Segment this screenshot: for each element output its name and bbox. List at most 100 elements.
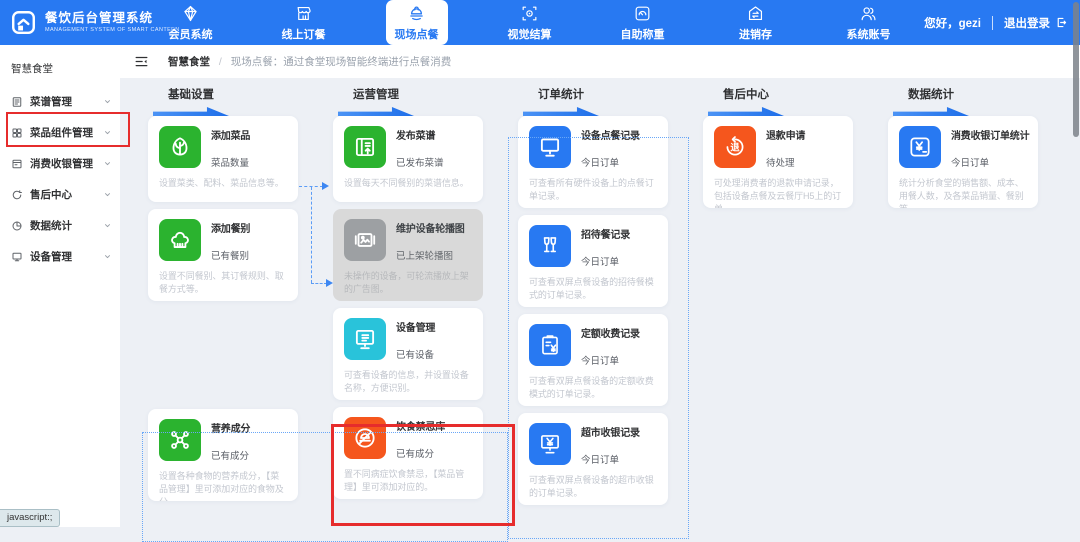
- card-description: 未操作的设备，可轮流播放上架的广告图。: [344, 270, 472, 296]
- card-reception-meal[interactable]: 招待餐记录今日订单可查看双屏点餐设备的招待餐模式的订单记录。: [518, 215, 668, 307]
- card-carousel[interactable]: 维护设备轮播图已上架轮播图未操作的设备，可轮流播放上架的广告图。: [333, 209, 483, 301]
- header-tab-online-order[interactable]: 线上订餐: [247, 0, 360, 45]
- device-manage-icon: [344, 318, 386, 360]
- tab-label: 线上订餐: [282, 26, 326, 42]
- card-stat-label: 已有餐别: [211, 248, 250, 262]
- fixed-fee-icon: [529, 324, 571, 366]
- section-title: 基础设置: [146, 88, 236, 102]
- card-title: 设备管理: [396, 319, 435, 334]
- tab-label: 系统账号: [847, 26, 891, 42]
- user-divider: [992, 16, 993, 30]
- sidebar-collapse-icon[interactable]: [134, 54, 149, 69]
- page-scrollbar: [1072, 0, 1080, 527]
- cashier-icon: [11, 158, 23, 170]
- card-description: 设置每天不同餐别的菜谱信息。: [344, 177, 472, 190]
- sidebar-item-statistics[interactable]: 数据统计: [0, 210, 120, 241]
- header-nav-tabs: 会员系统 线上订餐 现场点餐视觉结算 自助称重进销存 系统账号: [134, 0, 925, 45]
- sidebar-item-label: 菜谱管理: [30, 94, 103, 109]
- card-device-order[interactable]: 设备点餐记录今日订单可查看所有硬件设备上的点餐订单记录。: [518, 116, 668, 208]
- tab-label: 进销存: [739, 26, 772, 42]
- breadcrumb-separator: /: [219, 56, 222, 68]
- card-description: 可查看设备的信息，并设置设备名称，方便识别。: [344, 369, 472, 395]
- tab-label: 视觉结算: [508, 26, 552, 42]
- market-cashier-icon: [529, 423, 571, 465]
- tab-label: 会员系统: [169, 26, 213, 42]
- chevron-down-icon: [103, 97, 112, 106]
- add-dish-icon: [159, 126, 201, 168]
- module-column-3: 售后中心退退款申请待处理可处理消费者的退款申请记录，包括设备点餐及云餐厅H5上的…: [695, 88, 880, 215]
- chevron-down-icon: [103, 252, 112, 261]
- connector-dashed-line: [311, 283, 327, 284]
- card-stat-label: 今日订单: [951, 155, 1027, 169]
- card-title: 发布菜谱: [396, 127, 444, 142]
- card-fixed-fee[interactable]: 定额收费记录今日订单可查看双屏点餐设备的定额收费模式的订单记录。: [518, 314, 668, 406]
- card-add-meal[interactable]: 添加餐别已有餐别设置不同餐别、其订餐规则、取餐方式等。: [148, 209, 298, 301]
- header-tab-member-diamond[interactable]: 会员系统: [134, 0, 247, 45]
- card-description: 可处理消费者的退款申请记录，包括设备点餐及云餐厅H5上的订单...: [714, 177, 842, 208]
- card-title: 超市收银记录: [581, 424, 640, 439]
- device-icon: [11, 251, 23, 263]
- section-arrow-decoration: [523, 107, 599, 116]
- vision-checkout-icon: [520, 4, 539, 23]
- self-weigh-icon: [633, 4, 652, 23]
- card-description: 可查看双屏点餐设备的超市收银的订单记录。: [529, 474, 657, 500]
- card-market-cashier[interactable]: 超市收银记录今日订单可查看双屏点餐设备的超市收银的订单记录。: [518, 413, 668, 505]
- card-stat-label: 今日订单: [581, 452, 640, 466]
- card-stat-label: 已有成分: [396, 446, 445, 460]
- card-stat-label: 已有成分: [211, 448, 250, 462]
- section-title: 数据统计: [886, 88, 976, 102]
- card-publish-menu[interactable]: 发布菜谱已发布菜谱设置每天不同餐别的菜谱信息。: [333, 116, 483, 202]
- onsite-order-icon: [407, 4, 426, 23]
- card-add-dish[interactable]: 添加菜品菜品数量设置菜类、配料、菜品信息等。: [148, 116, 298, 202]
- device-order-icon: [529, 126, 571, 168]
- card-stat-label: 已有设备: [396, 347, 435, 361]
- sidebar-item-aftersale[interactable]: 售后中心: [0, 179, 120, 210]
- header-tab-system-account[interactable]: 系统账号: [812, 0, 925, 45]
- card-diet-taboo[interactable]: 饮食禁忌库已有成分置不同病症饮食禁忌，【菜品管理】里可添加对应的。: [333, 407, 483, 499]
- sidebar-item-recipe[interactable]: 菜谱管理: [0, 86, 120, 117]
- card-nutrition[interactable]: 营养成分已有成分设置各种食物的营养成分，【菜品管理】里可添加对应的食物及分...: [148, 409, 298, 501]
- section-title: 售后中心: [701, 88, 791, 102]
- header-tab-vision-checkout[interactable]: 视觉结算: [473, 0, 586, 45]
- online-order-icon: [294, 4, 313, 23]
- aftersale-icon: [11, 189, 23, 201]
- card-title: 添加菜品: [211, 127, 250, 142]
- header-tab-inventory[interactable]: 进销存: [699, 0, 812, 45]
- sidebar-brand: 智慧食堂: [0, 45, 120, 76]
- section-title: 订单统计: [516, 88, 606, 102]
- refund-icon: 退: [714, 126, 756, 168]
- publish-menu-icon: [344, 126, 386, 168]
- card-title: 添加餐别: [211, 220, 250, 235]
- chevron-down-icon: [103, 159, 112, 168]
- sidebar-menu: 菜谱管理菜品组件管理消费收银管理售后中心数据统计设备管理: [0, 86, 120, 272]
- card-stat-label: 已发布菜谱: [396, 155, 444, 169]
- card-description: 置不同病症饮食禁忌，【菜品管理】里可添加对应的。: [344, 468, 472, 494]
- sidebar-item-device[interactable]: 设备管理: [0, 241, 120, 272]
- add-meal-icon: [159, 219, 201, 261]
- card-device-manage[interactable]: 设备管理已有设备可查看设备的信息，并设置设备名称，方便识别。: [333, 308, 483, 400]
- connector-dashed-line: [311, 187, 312, 283]
- breadcrumb: 智慧食堂 / 现场点餐：通过食堂现场智能终端进行点餐消费: [168, 54, 451, 69]
- card-title: 退款申请: [766, 127, 805, 142]
- header-tab-onsite-order[interactable]: 现场点餐: [360, 0, 473, 45]
- card-order-statistics[interactable]: 消费收银订单统计今日订单统计分析食堂的销售额、成本、用餐人数，及各菜品销量、餐别…: [888, 116, 1038, 208]
- recipe-icon: [11, 96, 23, 108]
- sidebar-item-label: 数据统计: [30, 218, 103, 233]
- card-refund[interactable]: 退退款申请待处理可处理消费者的退款申请记录，包括设备点餐及云餐厅H5上的订单..…: [703, 116, 853, 208]
- top-header-bar: 餐饮后台管理系统 MANAGEMENT SYSTEM OF SMART CANT…: [0, 0, 1080, 45]
- sidebar-item-cashier[interactable]: 消费收银管理: [0, 148, 120, 179]
- logout-label: 退出登录: [1004, 15, 1050, 31]
- section-arrow-decoration: [893, 107, 969, 116]
- sidebar-item-dish-component[interactable]: 菜品组件管理: [0, 117, 120, 148]
- header-tab-self-weigh[interactable]: 自助称重: [586, 0, 699, 45]
- connector-arrowhead: [322, 182, 329, 190]
- scrollbar-thumb[interactable]: [1073, 2, 1079, 137]
- card-title: 饮食禁忌库: [396, 418, 445, 433]
- card-description: 可查看双屏点餐设备的定额收费模式的订单记录。: [529, 375, 657, 401]
- svg-text:退: 退: [730, 142, 740, 152]
- breadcrumb-root[interactable]: 智慧食堂: [168, 56, 210, 68]
- chevron-down-icon: [103, 221, 112, 230]
- logout-button[interactable]: 退出登录: [1004, 15, 1068, 31]
- link-status-bubble: javascript:;: [0, 509, 60, 527]
- card-description: 可查看双屏点餐设备的招待餐模式的订单记录。: [529, 276, 657, 302]
